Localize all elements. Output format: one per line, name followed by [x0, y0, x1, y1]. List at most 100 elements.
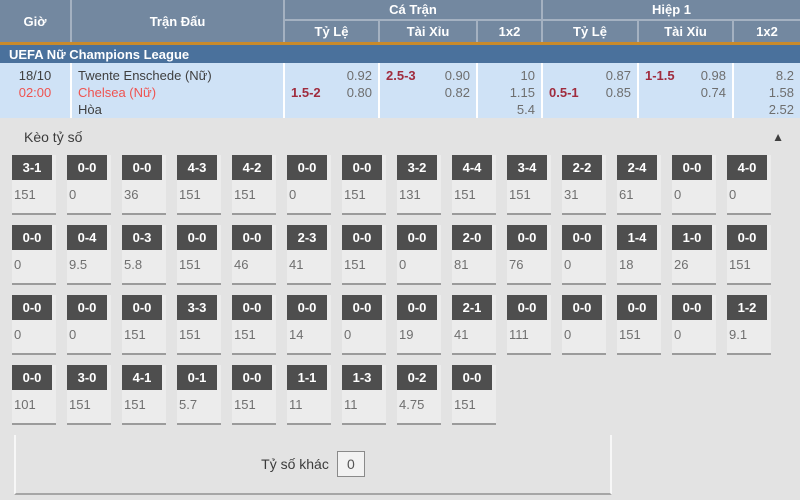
score-odds-cell[interactable]: 4-2151	[232, 155, 276, 215]
header-half-1x2-col: 1x2	[734, 21, 800, 42]
score-odds-cell[interactable]: 0-15.7	[177, 365, 221, 425]
half-1x2-draw-odds[interactable]: 2.52	[740, 101, 794, 118]
score-odds-cell[interactable]: 4-4151	[452, 155, 496, 215]
score-label: 0-0	[727, 225, 767, 250]
score-odds-value: 9.5	[67, 250, 111, 272]
score-label: 3-4	[507, 155, 547, 180]
score-odds-cell[interactable]: 0-00	[342, 295, 386, 355]
score-odds-cell[interactable]: 0-00	[672, 295, 716, 355]
score-odds-cell[interactable]: 0-00	[672, 155, 716, 215]
score-odds-cell[interactable]: 1-418	[617, 225, 661, 285]
half-handicap-cell[interactable]: 0.87 0.5-10.85	[543, 63, 639, 118]
score-odds-cell[interactable]: 0-49.5	[67, 225, 111, 285]
full-handicap-home-odds[interactable]: 0.92	[347, 67, 372, 84]
header-full-1x2-col: 1x2	[478, 21, 543, 42]
score-odds-cell[interactable]: 0-0151	[727, 225, 771, 285]
score-odds-cell[interactable]: 1-111	[287, 365, 331, 425]
score-odds-value: 4.75	[397, 390, 441, 412]
score-odds-cell[interactable]: 4-00	[727, 155, 771, 215]
half-1x2-cell[interactable]: 8.2 1.58 2.52	[734, 63, 800, 118]
score-odds-cell[interactable]: 1-311	[342, 365, 386, 425]
full-handicap-away-odds[interactable]: 0.80	[347, 84, 372, 101]
half-1x2-home-odds[interactable]: 8.2	[740, 67, 794, 84]
betting-odds-page: Giờ Trận Đấu Cá Trận Hiệp 1 Tỷ Lệ Tài Xỉ…	[0, 0, 800, 500]
score-odds-cell[interactable]: 0-00	[12, 225, 56, 285]
full-over-odds[interactable]: 0.90	[445, 67, 470, 84]
other-score-value-box[interactable]: 0	[337, 451, 365, 477]
odds-table-header: Giờ Trận Đấu Cá Trận Hiệp 1 Tỷ Lệ Tài Xỉ…	[0, 0, 800, 45]
score-odds-value: 14	[287, 320, 331, 342]
score-label: 0-0	[617, 295, 657, 320]
score-odds-cell[interactable]: 3-2131	[397, 155, 441, 215]
full-match-1x2-cell[interactable]: 10 1.15 5.4	[478, 63, 543, 118]
score-odds-cell[interactable]: 0-0151	[232, 295, 276, 355]
score-odds-cell[interactable]: 0-014	[287, 295, 331, 355]
score-odds-cell[interactable]: 2-341	[287, 225, 331, 285]
score-odds-cell[interactable]: 0-019	[397, 295, 441, 355]
full-match-handicap-cell[interactable]: 0.92 1.5-20.80	[285, 63, 380, 118]
score-odds-cell[interactable]: 4-1151	[122, 365, 166, 425]
half-over-odds[interactable]: 0.98	[701, 67, 726, 84]
score-odds-cell[interactable]: 0-00	[397, 225, 441, 285]
score-label: 0-0	[397, 225, 437, 250]
score-odds-cell[interactable]: 0-00	[67, 155, 111, 215]
score-odds-cell[interactable]: 0-00	[287, 155, 331, 215]
score-odds-cell[interactable]: 2-081	[452, 225, 496, 285]
correct-score-header[interactable]: Kèo tỷ số ▲	[0, 118, 800, 155]
full-match-over-under-cell[interactable]: 2.5-3 0.90 0.82	[380, 63, 478, 118]
score-odds-cell[interactable]: 3-3151	[177, 295, 221, 355]
half-over-under-cell[interactable]: 1-1.50.98 0.74	[639, 63, 734, 118]
half-under-odds[interactable]: 0.74	[701, 84, 726, 101]
score-label: 0-0	[287, 295, 327, 320]
score-label: 0-0	[67, 295, 107, 320]
collapse-icon[interactable]: ▲	[772, 130, 784, 144]
score-odds-cell[interactable]: 0-00	[67, 295, 111, 355]
score-odds-cell[interactable]: 0-036	[122, 155, 166, 215]
score-odds-cell[interactable]: 4-3151	[177, 155, 221, 215]
score-odds-cell[interactable]: 0-0151	[232, 365, 276, 425]
score-label: 0-0	[12, 365, 52, 390]
score-odds-cell[interactable]: 0-0151	[122, 295, 166, 355]
full-under-odds[interactable]: 0.82	[445, 84, 470, 101]
score-odds-value: 46	[232, 250, 276, 272]
score-odds-cell[interactable]: 0-00	[562, 225, 606, 285]
score-odds-value: 0	[562, 250, 606, 272]
half-handicap-home-odds[interactable]: 0.87	[606, 67, 631, 84]
score-odds-cell[interactable]: 0-0101	[12, 365, 56, 425]
score-label: 0-4	[67, 225, 107, 250]
score-odds-value: 19	[397, 320, 441, 342]
score-odds-cell[interactable]: 3-4151	[507, 155, 551, 215]
full-1x2-home-odds[interactable]: 10	[484, 67, 535, 84]
score-odds-cell[interactable]: 1-29.1	[727, 295, 771, 355]
score-label: 4-4	[452, 155, 492, 180]
score-odds-value: 151	[617, 320, 661, 342]
score-row: 3-11510-000-0364-31514-21510-000-01513-2…	[12, 155, 800, 215]
score-odds-cell[interactable]: 2-461	[617, 155, 661, 215]
score-odds-cell[interactable]: 0-0151	[452, 365, 496, 425]
score-odds-cell[interactable]: 0-0151	[342, 155, 386, 215]
score-odds-cell[interactable]: 2-231	[562, 155, 606, 215]
score-odds-cell[interactable]: 3-1151	[12, 155, 56, 215]
score-odds-cell[interactable]: 0-046	[232, 225, 276, 285]
score-odds-cell[interactable]: 3-0151	[67, 365, 111, 425]
score-odds-cell[interactable]: 0-00	[12, 295, 56, 355]
match-time: 02:00	[6, 84, 64, 101]
score-odds-cell[interactable]: 1-026	[672, 225, 716, 285]
half-1x2-away-odds[interactable]: 1.58	[740, 84, 794, 101]
score-odds-cell[interactable]: 0-0151	[177, 225, 221, 285]
full-1x2-away-odds[interactable]: 1.15	[484, 84, 535, 101]
score-odds-cell[interactable]: 0-35.8	[122, 225, 166, 285]
score-label: 3-3	[177, 295, 217, 320]
score-odds-cell[interactable]: 0-0111	[507, 295, 551, 355]
score-odds-cell[interactable]: 0-24.75	[397, 365, 441, 425]
half-handicap-away-odds[interactable]: 0.85	[606, 84, 631, 101]
full-1x2-draw-odds[interactable]: 5.4	[484, 101, 535, 118]
score-odds-cell[interactable]: 0-076	[507, 225, 551, 285]
score-odds-value: 151	[12, 180, 56, 202]
score-odds-cell[interactable]: 0-00	[562, 295, 606, 355]
score-odds-cell[interactable]: 0-0151	[617, 295, 661, 355]
score-odds-value: 0	[672, 180, 716, 202]
score-odds-cell[interactable]: 0-0151	[342, 225, 386, 285]
full-over-under-line: 2.5-3	[386, 67, 416, 84]
score-odds-cell[interactable]: 2-141	[452, 295, 496, 355]
